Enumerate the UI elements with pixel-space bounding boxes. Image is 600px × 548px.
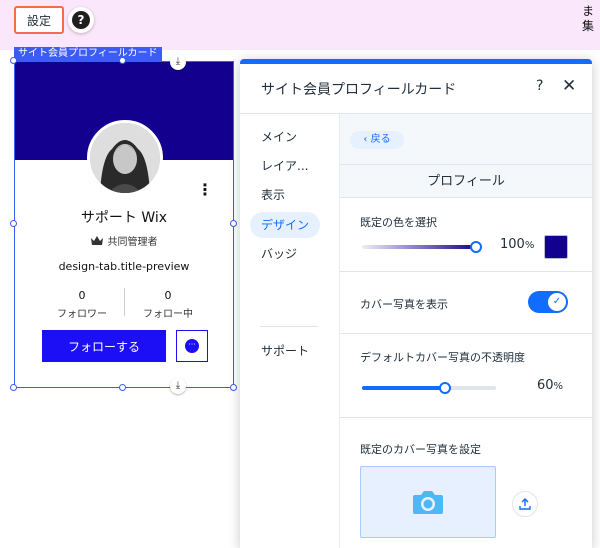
settings-button[interactable]: 設定	[14, 6, 64, 34]
nav-item-layout[interactable]: レイア...	[250, 153, 320, 179]
cover-toggle-section: カバー写真を表示 ✓	[340, 272, 592, 334]
default-cover-label: 既定のカバー写真を設定	[360, 443, 481, 456]
panel-nav: メイン レイア... 表示 デザイン バッジ サポート	[240, 114, 340, 548]
following-count: 0	[164, 289, 172, 302]
cover-toggle-label: カバー写真を表示	[360, 298, 448, 311]
resize-handle-t[interactable]	[119, 57, 126, 64]
followers-count: 0	[78, 289, 86, 302]
nav-item-main[interactable]: メイン	[250, 124, 320, 150]
avatar	[87, 120, 163, 196]
color-opacity-knob[interactable]	[470, 241, 482, 253]
cover-opacity-knob[interactable]	[439, 382, 451, 394]
following-label: フォロー中	[143, 309, 193, 320]
section-title: プロフィール	[340, 164, 592, 198]
cover-opacity-fill	[362, 386, 444, 390]
resize-handle-br[interactable]	[230, 384, 237, 391]
settings-panel: サイト会員プロフィールカード ? ✕ メイン レイア... 表示 デザイン バッ…	[240, 59, 592, 548]
question-icon: ?	[72, 11, 90, 29]
color-swatch[interactable]	[544, 235, 568, 259]
following-stat[interactable]: 0 フォロー中	[128, 289, 208, 320]
component-selection-label: サイト会員プロフィールカード	[14, 47, 162, 61]
color-section: 既定の色を選択 100%	[340, 198, 592, 272]
back-button[interactable]: ‹ 戻る	[350, 131, 404, 149]
chat-button[interactable]: ···	[176, 330, 208, 362]
check-icon: ✓	[548, 293, 566, 311]
chat-icon: ···	[185, 339, 199, 353]
resize-handle-l[interactable]	[10, 220, 17, 227]
followers-label: フォロワー	[57, 309, 107, 320]
cover-image-picker[interactable]	[360, 466, 496, 538]
member-role: 共同管理者	[15, 233, 233, 248]
chevron-left-icon: ‹	[363, 134, 368, 145]
member-title-preview: design-tab.title-preview	[58, 260, 190, 273]
nav-item-design[interactable]: デザイン	[250, 212, 320, 238]
resize-handle-tl[interactable]	[10, 57, 17, 64]
cover-opacity-slider[interactable]	[362, 382, 496, 394]
resize-handle-bl[interactable]	[10, 384, 17, 391]
panel-title: サイト会員プロフィールカード	[261, 82, 457, 98]
panel-header: サイト会員プロフィールカード ? ✕	[240, 64, 592, 114]
cover-opacity-value[interactable]: 60%	[537, 378, 563, 393]
cover-toggle[interactable]: ✓	[528, 291, 568, 313]
cover-opacity-label: デフォルトカバー写真の不透明度	[360, 351, 525, 364]
nav-item-display[interactable]: 表示	[250, 182, 320, 208]
follow-button[interactable]: フォローする	[42, 330, 166, 362]
stretch-down-icon[interactable]: ⤓	[170, 54, 186, 70]
color-label: 既定の色を選択	[360, 216, 437, 229]
help-button[interactable]: ?	[68, 7, 94, 33]
more-options-icon[interactable]: ⋮	[197, 182, 213, 198]
crown-icon	[90, 236, 103, 245]
corner-text: ま 集	[582, 4, 595, 33]
profile-card[interactable]: ⋮ サポート Wix 共同管理者 design-tab.title-previe…	[14, 61, 234, 388]
followers-stat[interactable]: 0 フォロワー	[42, 289, 122, 320]
panel-content: ‹ 戻る プロフィール 既定の色を選択 100% カバー写真を表示 ✓ デフォル…	[340, 114, 592, 548]
panel-close-icon[interactable]: ✕	[562, 76, 576, 96]
color-opacity-value[interactable]: 100%	[500, 237, 534, 252]
nav-item-support[interactable]: サポート	[250, 338, 320, 364]
member-name: サポート Wix	[80, 210, 168, 226]
role-label: 共同管理者	[107, 237, 158, 248]
default-cover-section: 既定のカバー写真を設定	[340, 418, 592, 548]
stretch-down-icon-bottom[interactable]: ⤓	[170, 378, 186, 394]
resize-handle-r[interactable]	[230, 220, 237, 227]
cover-opacity-section: デフォルトカバー写真の不透明度 60%	[340, 334, 592, 418]
panel-help-icon[interactable]: ?	[536, 78, 543, 94]
upload-icon[interactable]	[512, 491, 538, 517]
nav-item-badges[interactable]: バッジ	[250, 241, 320, 267]
resize-handle-b[interactable]	[119, 384, 126, 391]
nav-divider	[260, 326, 318, 327]
color-opacity-slider[interactable]	[362, 241, 482, 253]
back-label: 戻る	[370, 134, 391, 145]
stat-divider	[124, 288, 125, 316]
camera-icon	[413, 491, 443, 514]
